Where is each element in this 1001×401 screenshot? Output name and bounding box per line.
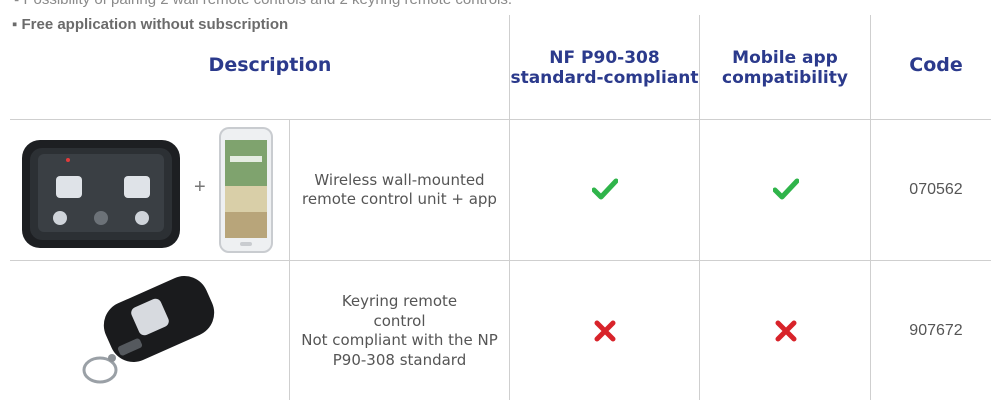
intro-clipped-line: ▪ Possibility of pairing 2 wall remote c…: [14, 0, 512, 8]
check-icon: [772, 178, 800, 205]
smartphone-app-image: [218, 126, 274, 259]
row-code-text: 907672: [909, 321, 963, 339]
keyring-remote-image: [70, 272, 220, 397]
row-code: 907672: [871, 261, 1001, 401]
header-standard: NF P90-308 standard-compliant: [510, 48, 699, 88]
row-code: 070562: [871, 120, 1001, 260]
header-description: Description: [208, 54, 332, 77]
wall-remote-control-image: [20, 138, 182, 255]
row-description-text: Wireless wall-mounted remote control uni…: [302, 170, 497, 209]
header-code: Code: [909, 54, 963, 77]
cross-icon: [775, 320, 797, 347]
row-description-text: Keyring remote control Not compliant wit…: [301, 292, 498, 369]
check-icon: [591, 178, 619, 205]
row-description: Keyring remote control Not compliant wit…: [290, 261, 509, 401]
row-code-text: 070562: [909, 180, 963, 198]
intro-bullet: ▪ Free application without subscription: [12, 16, 289, 33]
header-app: Mobile app compatibility: [722, 48, 848, 88]
row-description: Wireless wall-mounted remote control uni…: [290, 120, 509, 260]
plus-sign: +: [194, 176, 206, 198]
cross-icon: [594, 320, 616, 347]
